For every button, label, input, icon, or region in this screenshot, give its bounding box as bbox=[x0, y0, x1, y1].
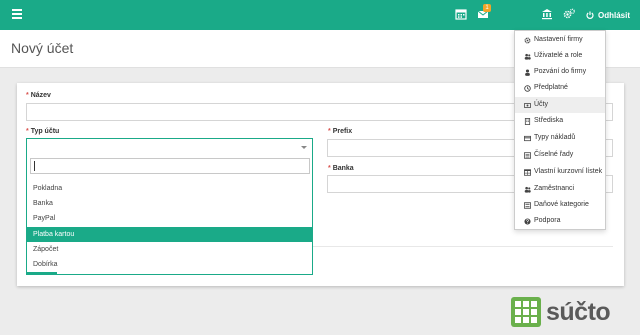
dropdown-option[interactable]: Banka bbox=[27, 196, 312, 211]
menu-item-company-settings[interactable]: Nastavení firmy bbox=[515, 32, 605, 48]
bank-icon[interactable] bbox=[541, 8, 553, 20]
dropdown-option[interactable]: PayPal bbox=[27, 211, 312, 226]
menu-item-invite[interactable]: Pozvání do firmy bbox=[515, 64, 605, 80]
dropdown-option-highlighted[interactable]: Platba kartou bbox=[27, 227, 312, 242]
account-type-label: * Typ účtu bbox=[26, 128, 60, 135]
cog-icon bbox=[524, 37, 531, 43]
dropdown-option[interactable]: Zápočet bbox=[27, 242, 312, 257]
tasks-icon bbox=[524, 201, 531, 209]
text-cursor bbox=[34, 161, 35, 171]
table-icon bbox=[524, 168, 531, 176]
credit-card-icon bbox=[524, 135, 531, 141]
logout-label: Odhlásit bbox=[598, 10, 631, 20]
logo-grid-icon bbox=[511, 297, 541, 327]
menu-item-number-series[interactable]: Číselné řady bbox=[515, 147, 605, 163]
mail-badge: 1 bbox=[483, 4, 491, 12]
bank-label: * Banka bbox=[328, 165, 354, 172]
menu-item-support[interactable]: Podpora bbox=[515, 213, 605, 229]
logout-button[interactable]: Odhlásit bbox=[586, 8, 630, 22]
menu-item-cost-centers[interactable]: Střediska bbox=[515, 113, 605, 129]
dropdown-option[interactable]: Pokladna bbox=[27, 181, 312, 196]
menu-item-exchange-rates[interactable]: Vlastní kurzovní lístek bbox=[515, 164, 605, 180]
user-icon bbox=[525, 68, 530, 76]
power-icon bbox=[586, 11, 594, 19]
menu-item-cost-types[interactable]: Typy nákladů bbox=[515, 130, 605, 146]
page-title: Nový účet bbox=[11, 40, 74, 56]
menu-item-subscription[interactable]: Předplatné bbox=[515, 80, 605, 96]
caret-down-icon[interactable] bbox=[301, 146, 307, 149]
name-label: * Název bbox=[26, 92, 51, 99]
users-icon bbox=[524, 53, 531, 60]
settings-menu: Nastavení firmy Uživatelé a role Pozvání… bbox=[514, 30, 606, 230]
submit-button-edge[interactable] bbox=[27, 272, 57, 275]
prefix-label: * Prefix bbox=[328, 128, 353, 135]
question-icon bbox=[524, 217, 531, 225]
divider bbox=[313, 246, 613, 247]
users-icon bbox=[524, 186, 531, 193]
dropdown-search-input[interactable] bbox=[30, 158, 310, 174]
menu-item-tax-categories[interactable]: Daňové kategorie bbox=[515, 197, 605, 213]
menu-item-accounts[interactable]: Účty bbox=[515, 97, 605, 113]
cogs-icon[interactable] bbox=[563, 8, 575, 20]
hamburger-icon[interactable] bbox=[12, 9, 22, 19]
dropdown-option[interactable]: Dobírka bbox=[27, 257, 312, 272]
sucto-logo: súčto bbox=[511, 297, 623, 329]
top-navbar: 1 Odhlásit bbox=[0, 0, 640, 30]
menu-item-employees[interactable]: Zaměstnanci bbox=[515, 181, 605, 197]
menu-item-users-roles[interactable]: Uživatelé a role bbox=[515, 48, 605, 64]
money-icon bbox=[524, 102, 531, 108]
clock-icon bbox=[524, 84, 531, 92]
calendar-icon[interactable] bbox=[455, 8, 467, 20]
building-icon bbox=[524, 117, 531, 125]
list-icon bbox=[524, 151, 531, 159]
logo-text: súčto bbox=[546, 298, 611, 326]
